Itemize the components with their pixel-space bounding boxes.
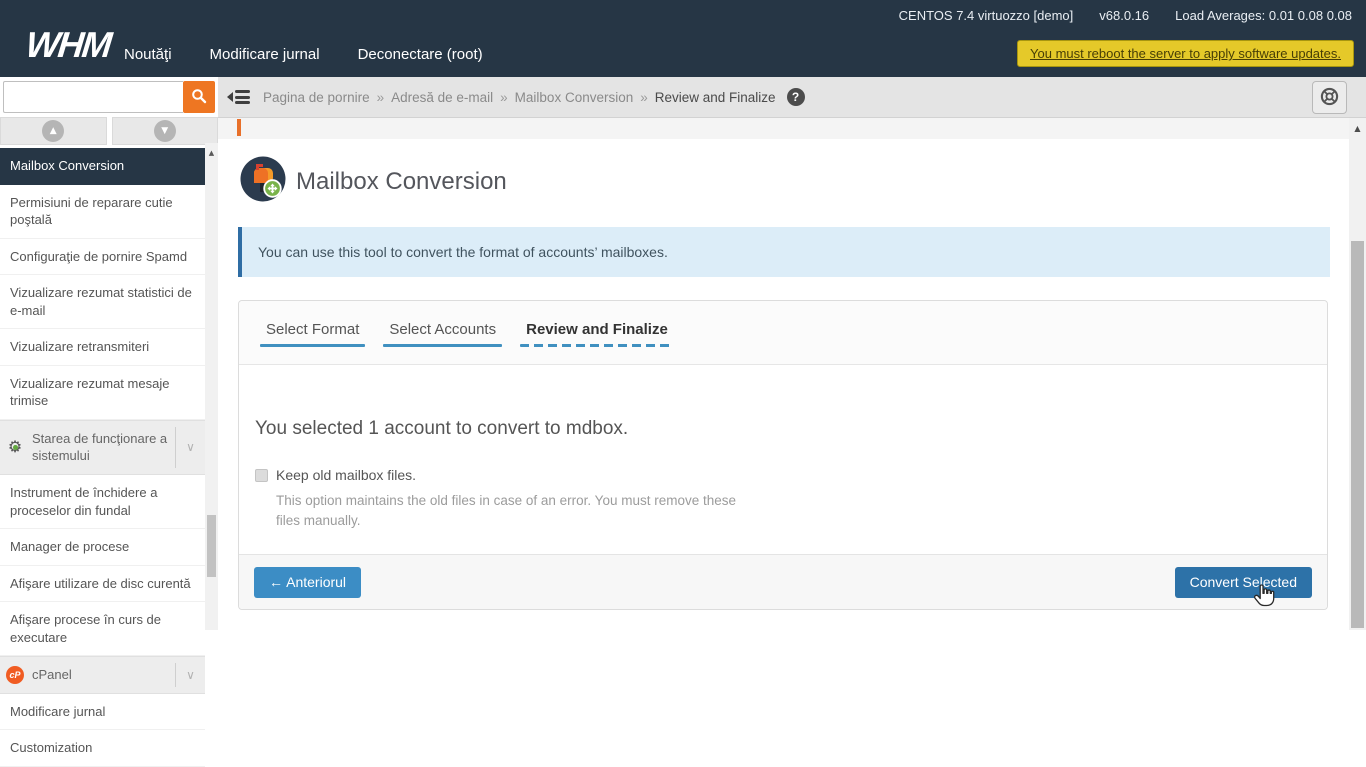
breadcrumb-separator: »: [500, 90, 508, 105]
breadcrumb: Pagina de pornire » Adresă de e-mail » M…: [263, 88, 805, 106]
sidebar-scrollbar-thumb[interactable]: [207, 515, 216, 577]
chevron-down-icon[interactable]: ∨: [175, 663, 205, 687]
help-icon[interactable]: ?: [787, 88, 805, 106]
wizard-card: Select Format Select Accounts Review and…: [238, 300, 1328, 610]
sidebar-item-process-manager[interactable]: Manager de procese: [0, 529, 205, 566]
sidebar-item-mailbox-conversion[interactable]: Mailbox Conversion: [0, 148, 205, 185]
page-title-row: Mailbox Conversion: [240, 156, 507, 207]
scrollbar-up-icon[interactable]: ▲: [205, 149, 218, 157]
nav-changelog-link[interactable]: Modificare jurnal: [210, 46, 320, 63]
whm-logo: WHM: [24, 24, 112, 66]
sidebar-section-label: Starea de funcţionare a sistemului: [30, 421, 175, 474]
previous-button[interactable]: ← Anteriorul: [254, 567, 361, 598]
convert-selected-button[interactable]: Convert Selected: [1175, 567, 1312, 598]
sidebar-search: [0, 77, 218, 115]
sidebar-item-running-processes[interactable]: Afişare procese în curs de executare: [0, 602, 205, 656]
breadcrumb-email[interactable]: Adresă de e-mail: [391, 90, 493, 105]
page-title: Mailbox Conversion: [296, 168, 507, 196]
keep-old-files-row[interactable]: Keep old mailbox files.: [255, 467, 1311, 483]
load-averages: Load Averages: 0.01 0.08 0.08: [1175, 8, 1352, 23]
scrollbar-up-icon[interactable]: ▲: [1349, 124, 1366, 133]
sidebar-item-relayers[interactable]: Vizualizare retransmiteri: [0, 329, 205, 366]
server-name: CENTOS 7.4 virtuozzo [demo]: [899, 8, 1074, 23]
collapse-sidebar-icon[interactable]: [227, 90, 250, 104]
circle-up-icon: ▲: [42, 120, 64, 142]
jump-down-button[interactable]: ▼: [112, 117, 219, 145]
support-button[interactable]: [1312, 81, 1347, 114]
search-icon: [191, 88, 207, 107]
keep-old-files-checkbox[interactable]: [255, 469, 268, 482]
top-header-bar: CENTOS 7.4 virtuozzo [demo] v68.0.16 Loa…: [0, 0, 1366, 77]
main-scrollbar[interactable]: ▲: [1349, 118, 1366, 630]
sidebar-item-disk-usage[interactable]: Afişare utilizare de disc curentă: [0, 566, 205, 603]
notice-accent-bar: [237, 119, 241, 136]
lifebuoy-icon: [1319, 86, 1340, 110]
sidebar-item-spamd-config[interactable]: Configuraţie de pornire Spamd: [0, 239, 205, 276]
breadcrumb-current: Review and Finalize: [655, 90, 776, 105]
sidebar-scrollbar[interactable]: ▲: [205, 143, 218, 630]
breadcrumb-mailbox-conversion[interactable]: Mailbox Conversion: [515, 90, 634, 105]
jump-up-button[interactable]: ▲: [0, 117, 107, 145]
sidebar-section-system-health[interactable]: ⚙ Starea de funcţionare a sistemului ∨: [0, 420, 205, 475]
sidebar-jump-buttons: ▲ ▼: [0, 117, 218, 145]
breadcrumb-separator: »: [377, 90, 385, 105]
breadcrumb-separator: »: [640, 90, 648, 105]
search-input[interactable]: [3, 81, 183, 113]
gear-icon: ⚙: [8, 439, 22, 455]
sidebar-item-changelog[interactable]: Modificare jurnal: [0, 694, 205, 731]
selection-summary: You selected 1 account to convert to mdb…: [255, 418, 1311, 440]
sidebar-nav-list: Mailbox Conversion Permisiuni de reparar…: [0, 148, 205, 767]
keep-old-files-help: This option maintains the old files in c…: [276, 491, 761, 530]
tab-select-format[interactable]: Select Format: [264, 311, 361, 354]
chevron-down-icon[interactable]: ∨: [175, 427, 205, 468]
sidebar-section-cpanel[interactable]: cP cPanel ∨: [0, 656, 205, 694]
wizard-body: You selected 1 account to convert to mdb…: [239, 365, 1327, 530]
sidebar-item-customization[interactable]: Customization: [0, 730, 205, 767]
reboot-warning-button[interactable]: You must reboot the server to apply soft…: [1017, 40, 1354, 67]
keep-old-files-label: Keep old mailbox files.: [276, 467, 416, 483]
cpanel-icon: cP: [6, 666, 24, 684]
main-area: Pagina de pornire » Adresă de e-mail » M…: [218, 77, 1366, 630]
server-info-bar: CENTOS 7.4 virtuozzo [demo] v68.0.16 Loa…: [899, 8, 1352, 23]
sidebar-item-kill-background-processes[interactable]: Instrument de închidere a proceselor din…: [0, 475, 205, 529]
tab-select-accounts[interactable]: Select Accounts: [387, 311, 498, 354]
info-callout: You can use this tool to convert the for…: [238, 227, 1330, 277]
whm-version: v68.0.16: [1099, 8, 1149, 23]
mailbox-conversion-icon: [240, 156, 286, 207]
sidebar-item-mail-statistics[interactable]: Vizualizare rezumat statistici de e-mail: [0, 275, 205, 329]
wizard-footer: ← Anteriorul Convert Selected: [239, 554, 1327, 609]
notice-strip: [218, 118, 1366, 139]
sidebar-item-mailbox-permissions[interactable]: Permisiuni de reparare cutie poştală: [0, 185, 205, 239]
sidebar-item-sent-summary[interactable]: Vizualizare rezumat mesaje trimise: [0, 366, 205, 420]
info-text: You can use this tool to convert the for…: [258, 244, 668, 260]
breadcrumb-home[interactable]: Pagina de pornire: [263, 90, 370, 105]
breadcrumb-bar: Pagina de pornire » Adresă de e-mail » M…: [218, 77, 1366, 118]
nav-logout-link[interactable]: Deconectare (root): [358, 46, 483, 63]
main-scrollbar-thumb[interactable]: [1351, 241, 1364, 628]
search-button[interactable]: [183, 81, 215, 113]
sidebar-section-label: cPanel: [30, 657, 175, 693]
top-nav: Noutăţi Modificare jurnal Deconectare (r…: [124, 46, 483, 63]
circle-down-icon: ▼: [154, 120, 176, 142]
nav-news-link[interactable]: Noutăţi: [124, 46, 172, 63]
sidebar: ▲ ▼ Mailbox Conversion Permisiuni de rep…: [0, 77, 218, 630]
wizard-tabs: Select Format Select Accounts Review and…: [239, 301, 1327, 365]
tab-review-finalize[interactable]: Review and Finalize: [524, 311, 670, 354]
